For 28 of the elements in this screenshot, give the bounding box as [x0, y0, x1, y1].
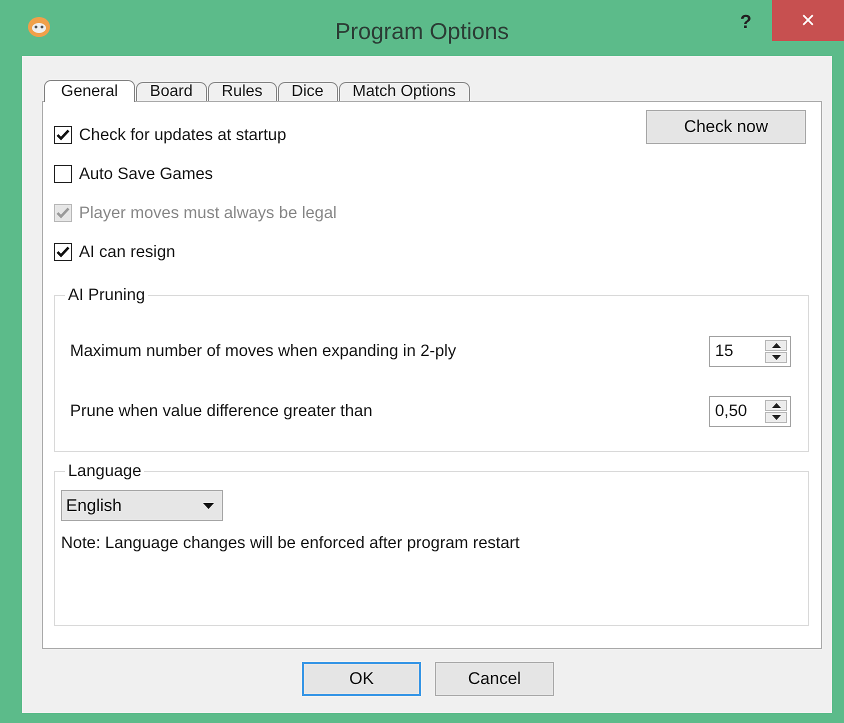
- ok-button[interactable]: OK: [302, 662, 421, 696]
- tab[interactable]: General: [44, 80, 135, 102]
- field-label: Maximum number of moves when expanding in 2-ply: [70, 342, 456, 361]
- checkbox-label: Auto Save Games: [79, 164, 213, 184]
- checkbox-label: Check for updates at startup: [79, 126, 286, 144]
- group-title: AI Pruning: [65, 286, 148, 305]
- spin-box[interactable]: 15: [709, 336, 791, 367]
- dropdown-arrow-icon: [203, 502, 214, 508]
- note-text: Note: Language changes will be enforced after program restart: [61, 534, 521, 553]
- check-now-button[interactable]: Check now: [646, 110, 806, 144]
- checkbox[interactable]: [54, 165, 72, 183]
- checkbox-label: Player moves must always be legal: [79, 204, 337, 222]
- close-button[interactable]: ×: [772, 0, 844, 41]
- spin-box[interactable]: 0,50: [709, 396, 791, 427]
- checkbox-label: AI can resign: [79, 242, 176, 262]
- language-dropdown[interactable]: English: [61, 490, 223, 521]
- checkbox[interactable]: [54, 243, 72, 261]
- help-button[interactable]: ?: [740, 12, 752, 34]
- tab[interactable]: Rules: [208, 82, 277, 101]
- cancel-button[interactable]: Cancel: [435, 662, 554, 696]
- field-label: Prune when value difference greater than: [70, 402, 372, 421]
- tab[interactable]: Board: [136, 82, 207, 101]
- group-title: Language: [65, 462, 144, 481]
- tab[interactable]: Dice: [278, 82, 338, 101]
- checkbox[interactable]: [54, 126, 72, 144]
- window-title: Program Options: [335, 18, 509, 45]
- tab[interactable]: Match Options: [338, 82, 470, 101]
- app-logo-icon: [27, 16, 51, 38]
